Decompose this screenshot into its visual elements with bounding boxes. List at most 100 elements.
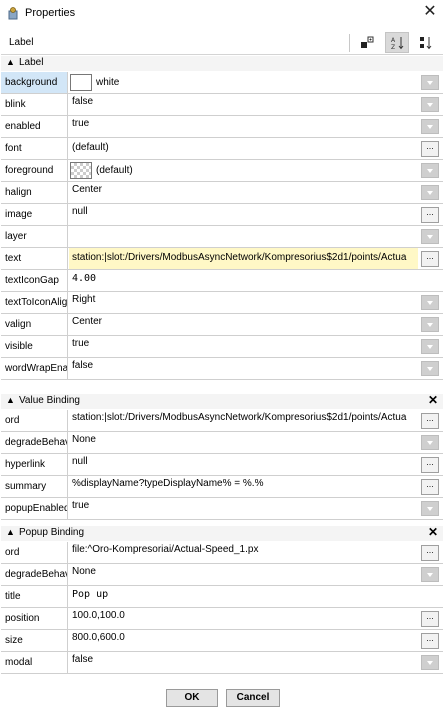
property-name: text [1,248,68,269]
property-row-layer[interactable]: layer [1,226,443,248]
expand-slots-icon [361,36,374,48]
property-value[interactable]: false [69,94,418,115]
property-name: font [1,138,68,159]
property-name: foreground [1,160,68,181]
property-value[interactable]: 800.0,600.0 [69,630,418,651]
editor-button[interactable]: ... [421,545,439,561]
dropdown-arrow-icon[interactable] [421,229,439,244]
dropdown-arrow-icon[interactable] [421,119,439,134]
property-row-font[interactable]: font (default) ... [1,138,443,160]
property-row-visible[interactable]: visible true [1,336,443,358]
property-row-enabled[interactable]: enabled true [1,116,443,138]
property-value[interactable]: Center [69,182,418,203]
property-row-title[interactable]: title Pop up [1,586,443,608]
property-value[interactable]: (default) [69,138,418,159]
property-row-degrade-behavior[interactable]: degradeBehav None [1,564,443,586]
property-value[interactable]: station:|slot:/Drivers/ModbusAsyncNetwor… [69,410,418,431]
editor-button[interactable]: ... [421,413,439,429]
property-value[interactable]: false [69,358,418,379]
dialog-footer: OK Cancel [0,686,445,712]
editor-button[interactable]: ... [421,251,439,267]
property-value[interactable]: Right [69,292,418,313]
property-row-position[interactable]: position 100.0,100.0 ... [1,608,443,630]
dropdown-arrow-icon[interactable] [421,361,439,376]
property-row-size[interactable]: size 800.0,600.0 ... [1,630,443,652]
property-value[interactable]: None [69,564,418,585]
property-value[interactable]: true [69,116,418,137]
dropdown-arrow-icon[interactable] [421,655,439,670]
editor-button[interactable]: ... [421,207,439,223]
ok-button[interactable]: OK [166,689,218,707]
editor-button[interactable]: ... [421,457,439,473]
section-title: Label [19,57,44,68]
cancel-button[interactable]: Cancel [226,689,280,707]
dropdown-arrow-icon[interactable] [421,567,439,582]
dropdown-arrow-icon[interactable] [421,339,439,354]
component-type-label: Label [9,37,34,48]
expand-slots-button[interactable] [355,32,379,53]
property-row-foreground[interactable]: foreground (default) [1,160,443,182]
property-name: wordWrapEna [1,358,68,379]
property-row-background[interactable]: background white [1,72,443,94]
property-row-word-wrap-enabled[interactable]: wordWrapEna false [1,358,443,380]
property-row-hyperlink[interactable]: hyperlink null ... [1,454,443,476]
property-value[interactable]: station:|slot:/Drivers/ModbusAsyncNetwor… [69,248,418,269]
dropdown-arrow-icon[interactable] [421,97,439,112]
property-row-valign[interactable]: valign Center [1,314,443,336]
property-name: size [1,630,68,651]
property-value[interactable]: 4.00 [69,270,418,291]
title-bar: Properties ✕ [0,0,445,28]
property-value[interactable]: true [69,336,418,357]
value-binding-section-header[interactable]: ▲ Value Binding ✕ [1,393,443,409]
property-row-blink[interactable]: blink false [1,94,443,116]
property-value[interactable]: true [69,498,418,519]
collapse-arrow-icon: ▲ [6,57,15,67]
dropdown-arrow-icon[interactable] [421,185,439,200]
editor-button[interactable]: ... [421,611,439,627]
property-name: degradeBehav [1,432,68,453]
property-value[interactable]: file:^Oro-Kompresoriai/Actual-Speed_1.px [69,542,418,563]
property-row-text-icon-gap[interactable]: textIconGap 4.00 [1,270,443,292]
property-value[interactable] [69,226,418,247]
property-row-summary[interactable]: summary %displayName?typeDisplayName% = … [1,476,443,498]
property-row-degrade-behavior[interactable]: degradeBehav None [1,432,443,454]
color-swatch[interactable] [70,73,92,91]
dropdown-arrow-icon[interactable] [421,75,439,90]
property-value[interactable]: Pop up [69,586,418,607]
editor-button[interactable]: ... [421,633,439,649]
property-row-ord[interactable]: ord station:|slot:/Drivers/ModbusAsyncNe… [1,410,443,432]
dropdown-arrow-icon[interactable] [421,163,439,178]
property-row-image[interactable]: image null ... [1,204,443,226]
property-name: position [1,608,68,629]
property-row-text[interactable]: text station:|slot:/Drivers/ModbusAsyncN… [1,248,443,270]
property-row-popup-enabled[interactable]: popupEnabled true [1,498,443,520]
dropdown-arrow-icon[interactable] [421,501,439,516]
sort-order-button[interactable] [414,32,438,53]
property-value[interactable]: false [69,652,418,673]
property-row-ord[interactable]: ord file:^Oro-Kompresoriai/Actual-Speed_… [1,542,443,564]
property-row-modal[interactable]: modal false [1,652,443,674]
editor-button[interactable]: ... [421,479,439,495]
property-value[interactable]: None [69,432,418,453]
property-name: degradeBehav [1,564,68,585]
property-value[interactable]: Center [69,314,418,335]
property-value[interactable]: 100.0,100.0 [69,608,418,629]
close-window-button[interactable]: ✕ [421,3,439,21]
property-value[interactable]: null [69,454,418,475]
section-title: Value Binding [19,395,80,406]
property-row-text-to-icon-align[interactable]: textToIconAlig Right [1,292,443,314]
popup-binding-section-header[interactable]: ▲ Popup Binding ✕ [1,525,443,541]
editor-button[interactable]: ... [421,141,439,157]
label-section-header[interactable]: ▲ Label [1,56,443,71]
property-row-halign[interactable]: halign Center [1,182,443,204]
remove-binding-icon[interactable]: ✕ [428,393,438,407]
dropdown-arrow-icon[interactable] [421,295,439,310]
remove-binding-icon[interactable]: ✕ [428,525,438,539]
color-swatch[interactable] [70,161,92,179]
sort-az-button[interactable]: AZ [385,32,409,53]
dropdown-arrow-icon[interactable] [421,435,439,450]
property-name: ord [1,542,68,563]
property-value[interactable]: %displayName?typeDisplayName% = %.% [69,476,418,497]
property-value[interactable]: null [69,204,418,225]
dropdown-arrow-icon[interactable] [421,317,439,332]
